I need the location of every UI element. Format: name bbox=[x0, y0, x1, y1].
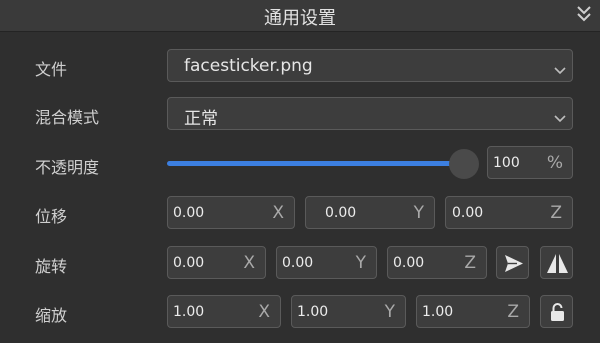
send-button[interactable] bbox=[496, 246, 529, 279]
rotation-x-axis: X bbox=[243, 253, 255, 273]
position-y-value: 0.00 bbox=[325, 205, 357, 221]
position-y-input[interactable]: 0.00 Y bbox=[305, 196, 435, 229]
lock-button[interactable] bbox=[540, 295, 573, 328]
opacity-input[interactable]: 100 % bbox=[487, 146, 573, 179]
position-z-value: 0.00 bbox=[452, 205, 484, 221]
scale-y-axis: Y bbox=[384, 302, 395, 322]
rotation-y-value: 0.00 bbox=[282, 255, 314, 271]
scale-z-axis: Z bbox=[507, 302, 519, 322]
chevron-down-icon bbox=[554, 61, 566, 75]
opacity-value: 100 bbox=[493, 155, 520, 171]
opacity-label: 不透明度 bbox=[35, 158, 100, 177]
rotation-z-input[interactable]: 0.00 Z bbox=[387, 246, 487, 279]
rotation-x-value: 0.00 bbox=[173, 255, 205, 271]
chevron-down-icon bbox=[554, 109, 566, 123]
file-value: facesticker.png bbox=[184, 56, 313, 76]
blend-mode-value: 正常 bbox=[184, 109, 218, 129]
rotation-z-axis: Z bbox=[464, 253, 476, 273]
double-chevron-down-icon[interactable] bbox=[576, 3, 592, 25]
send-icon bbox=[505, 255, 523, 272]
scale-y-value: 1.00 bbox=[297, 304, 329, 320]
scale-z-value: 1.00 bbox=[422, 304, 454, 320]
section-header: 通用设置 bbox=[0, 0, 600, 32]
scale-label: 缩放 bbox=[35, 306, 68, 325]
rotation-label: 旋转 bbox=[35, 257, 68, 276]
rotation-y-input[interactable]: 0.00 Y bbox=[276, 246, 377, 279]
opacity-slider-handle[interactable] bbox=[449, 149, 479, 179]
position-x-value: 0.00 bbox=[173, 205, 205, 221]
rotation-y-axis: Y bbox=[355, 253, 366, 273]
blend-mode-label: 混合模式 bbox=[35, 108, 100, 127]
scale-x-value: 1.00 bbox=[173, 304, 205, 320]
position-label: 位移 bbox=[35, 207, 68, 226]
scale-y-input[interactable]: 1.00 Y bbox=[291, 295, 406, 328]
rotation-x-input[interactable]: 0.00 X bbox=[167, 246, 266, 279]
rotation-z-value: 0.00 bbox=[393, 255, 425, 271]
file-dropdown[interactable]: facesticker.png bbox=[167, 49, 573, 82]
opacity-slider-track[interactable] bbox=[167, 161, 464, 166]
flip-horizontal-button[interactable] bbox=[540, 246, 573, 279]
opacity-unit: % bbox=[546, 153, 563, 173]
position-z-axis: Z bbox=[550, 203, 562, 223]
flip-horizontal-icon bbox=[547, 254, 568, 273]
position-z-input[interactable]: 0.00 Z bbox=[445, 196, 573, 229]
position-x-axis: X bbox=[272, 203, 284, 223]
blend-mode-dropdown[interactable]: 正常 bbox=[167, 97, 573, 130]
scale-x-input[interactable]: 1.00 X bbox=[167, 295, 281, 328]
scale-z-input[interactable]: 1.00 Z bbox=[416, 295, 530, 328]
position-x-input[interactable]: 0.00 X bbox=[167, 196, 295, 229]
position-y-axis: Y bbox=[413, 203, 424, 223]
file-label: 文件 bbox=[35, 60, 68, 79]
lock-icon bbox=[551, 303, 564, 321]
scale-x-axis: X bbox=[258, 302, 270, 322]
section-title: 通用设置 bbox=[264, 8, 336, 29]
